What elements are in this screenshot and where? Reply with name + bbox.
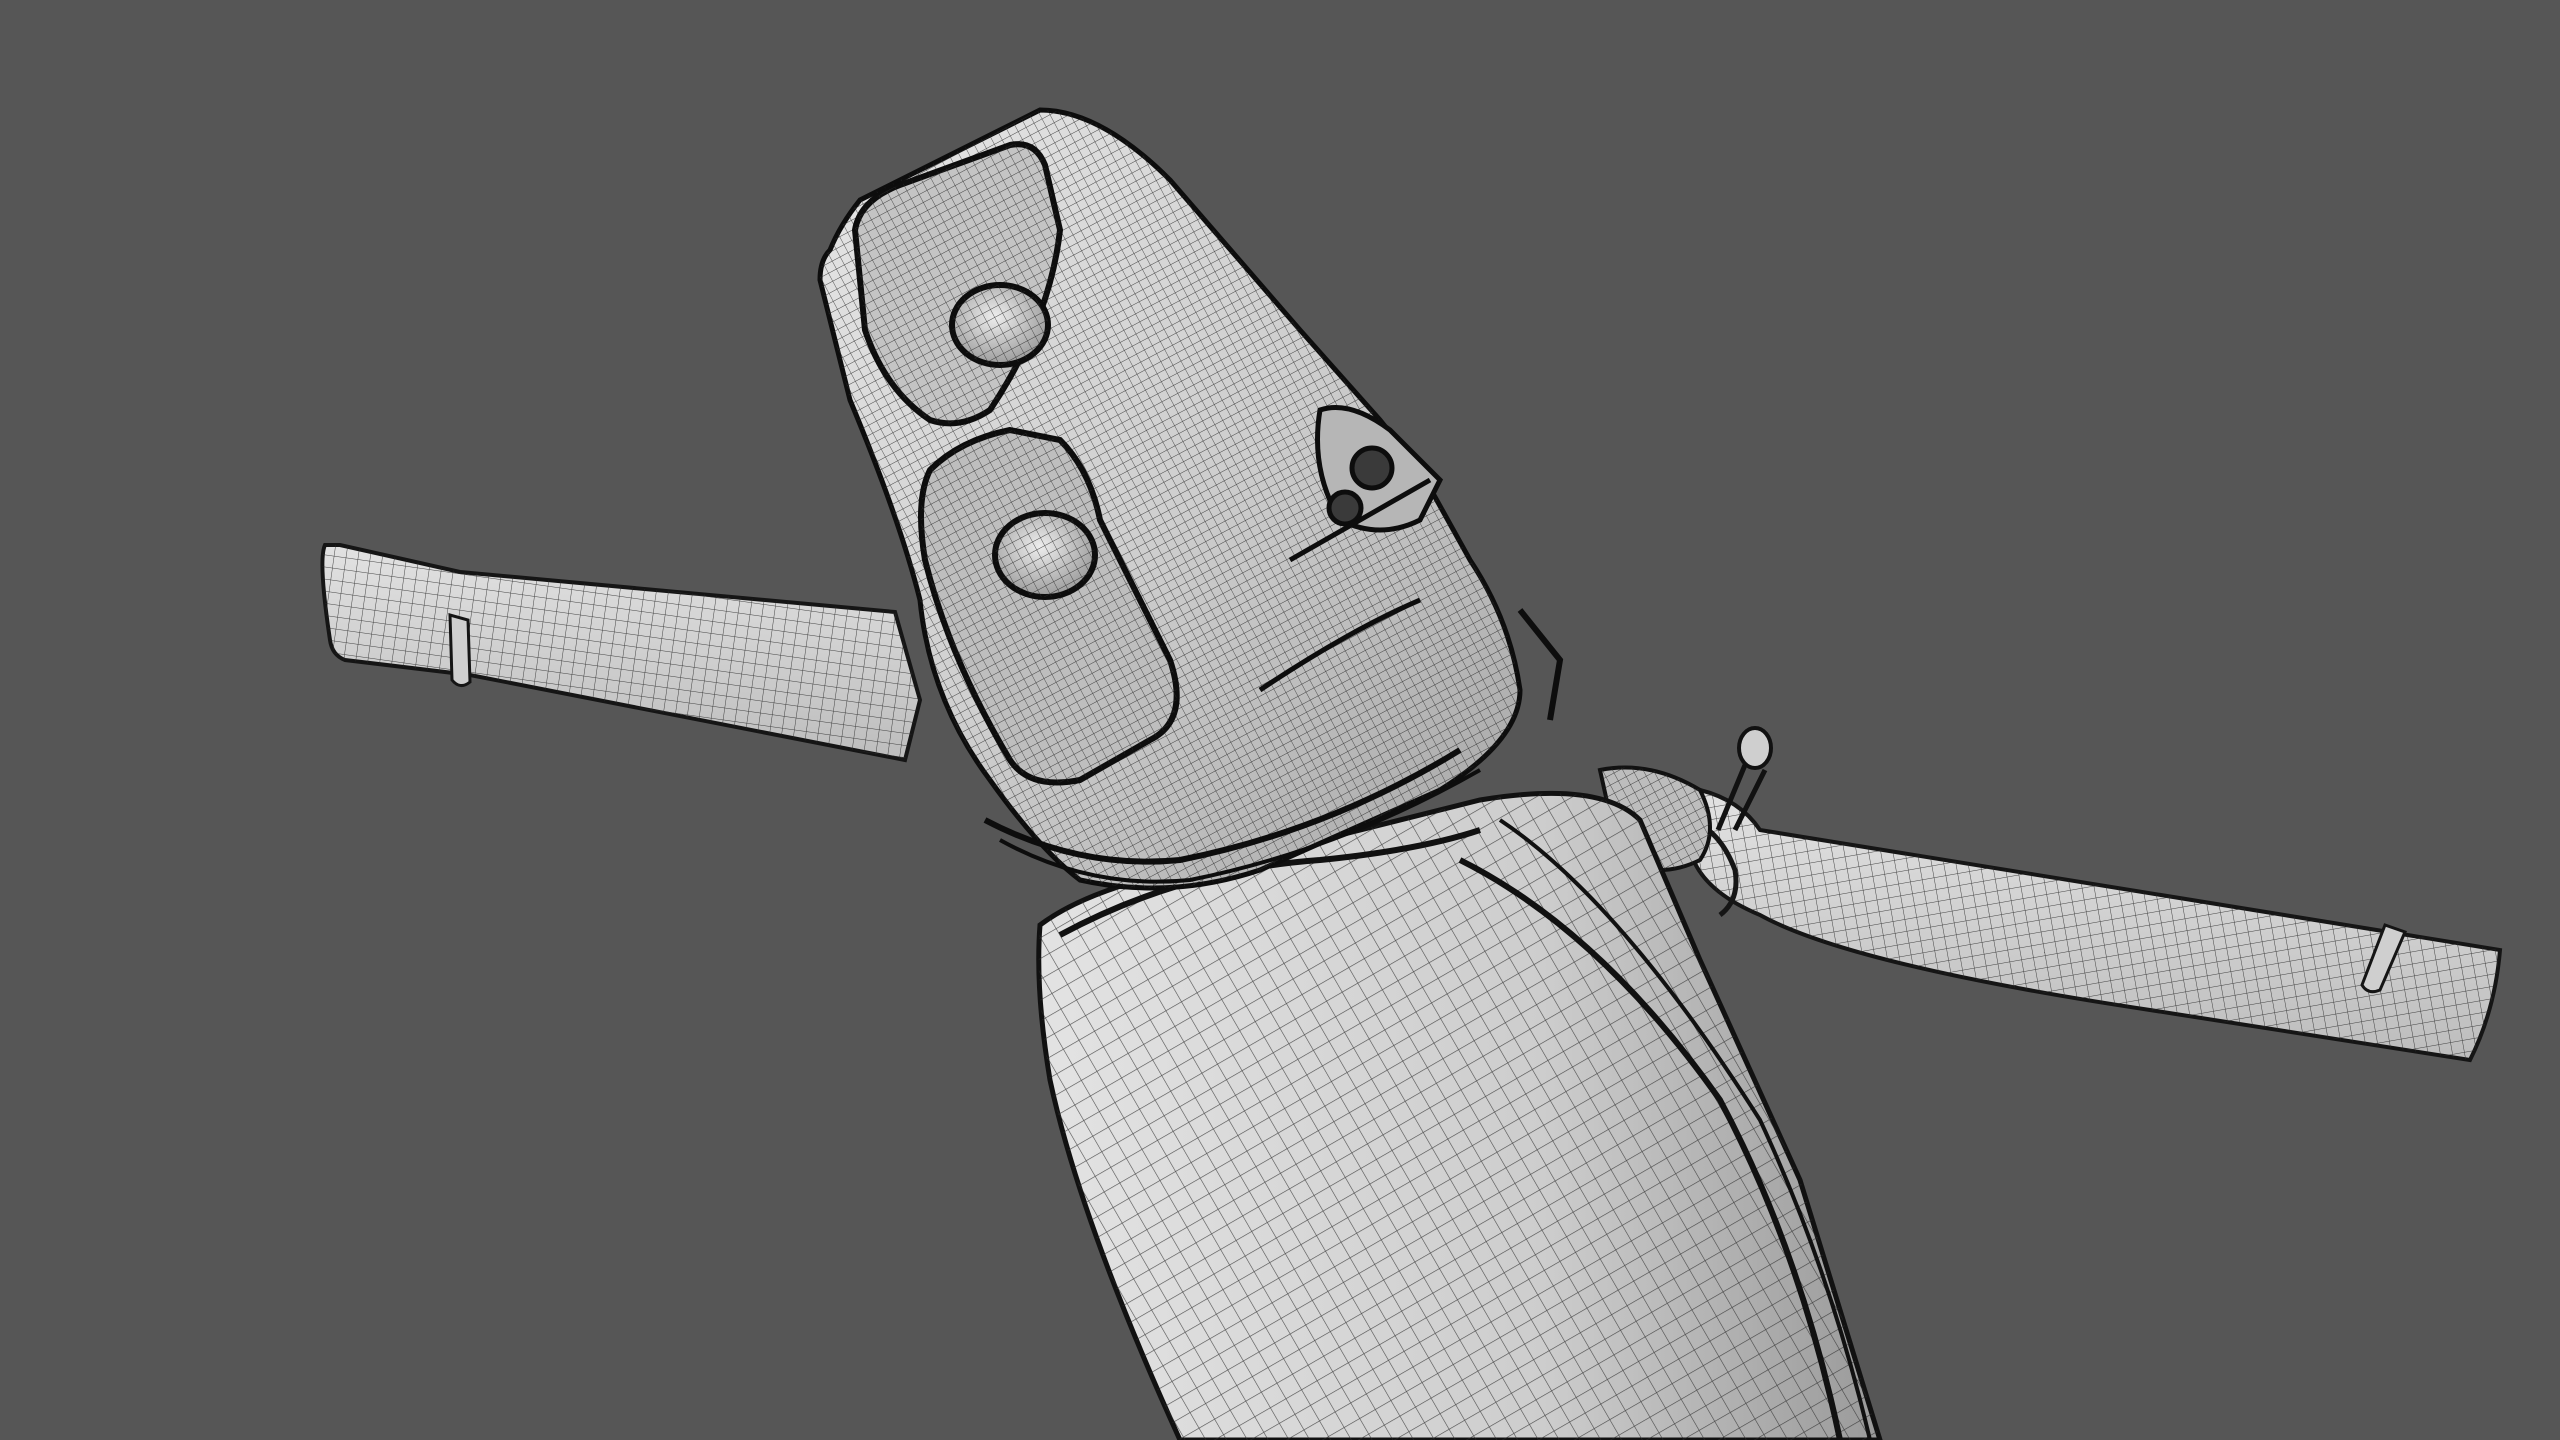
left-arm[interactable] [320, 543, 923, 763]
wireframe-scene[interactable] [0, 0, 2560, 1440]
3d-viewport[interactable] [0, 0, 2560, 1440]
right-arm[interactable] [1687, 787, 2503, 1063]
